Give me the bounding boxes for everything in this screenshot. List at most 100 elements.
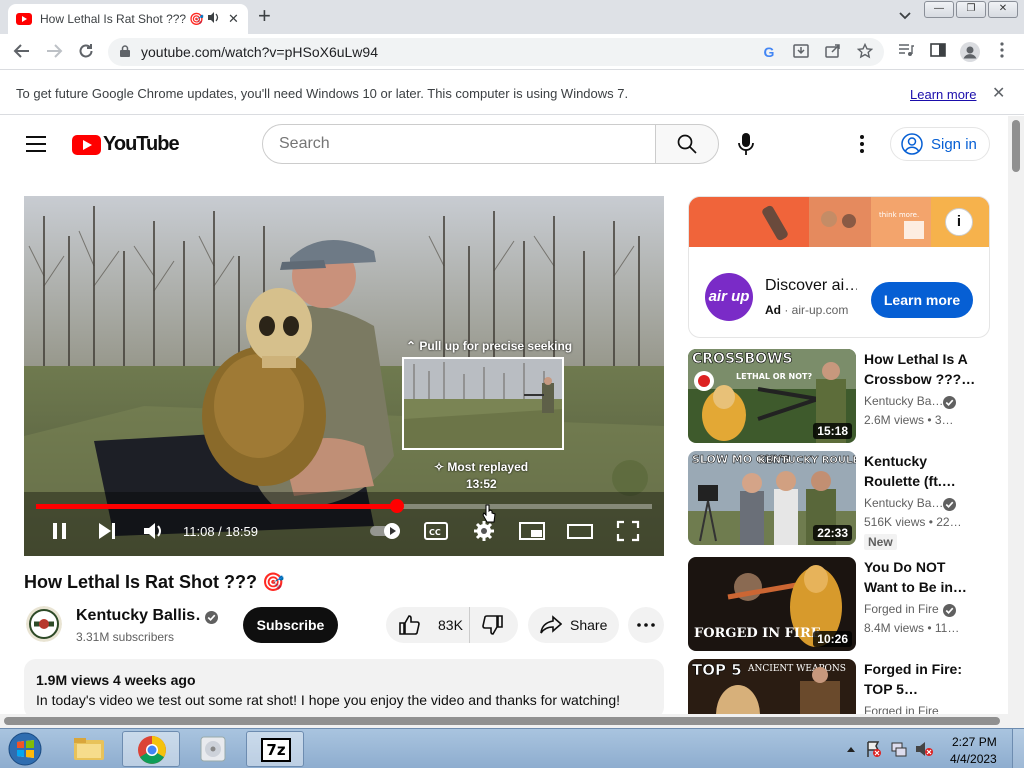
preview-timestamp: 13:52 [466, 477, 497, 491]
fullscreen-icon[interactable] [616, 518, 640, 544]
info-bar-close-icon[interactable]: ✕ [992, 83, 1005, 103]
recommendation-item[interactable]: CROSSBOWS LETHAL OR NOT? 15:18 How Letha… [688, 349, 990, 443]
recommendation-thumbnail[interactable]: SLOW MO GUYS KENTUCKY ROULETTE 22:33 [688, 451, 856, 545]
pause-icon[interactable] [50, 518, 70, 544]
ad-info-icon[interactable]: i [945, 208, 973, 236]
speaker-icon[interactable] [208, 12, 222, 26]
back-arrow-icon[interactable] [12, 42, 32, 62]
ad-learn-more-button[interactable]: Learn more [871, 282, 973, 318]
tray-expand-icon[interactable] [846, 745, 856, 753]
recommendation-channel[interactable]: Kentucky Ba… [864, 394, 942, 408]
forward-arrow-icon[interactable] [44, 42, 64, 62]
media-control-icon[interactable] [896, 42, 916, 62]
browser-tab[interactable]: How Lethal Is Rat Shot ??? 🎯 ✕ [8, 4, 248, 34]
search-button[interactable] [655, 124, 719, 164]
share-button[interactable]: Share [528, 607, 619, 643]
autoplay-toggle-icon[interactable] [368, 518, 404, 544]
recommendation-channel[interactable]: Forged in Fire [864, 602, 942, 616]
volume-muted-icon[interactable] [914, 740, 934, 758]
new-badge: New [864, 534, 897, 550]
recommendation-title[interactable]: Kentucky Roulette (ft.… [864, 451, 980, 491]
recommendation-title[interactable]: How Lethal Is A Crossbow ???… [864, 349, 980, 389]
most-replayed-label: ✧ Most replayed [434, 460, 529, 474]
progress-bar[interactable] [36, 499, 652, 513]
dislike-button[interactable] [470, 607, 516, 643]
minimize-button[interactable]: — [924, 1, 954, 18]
network-icon[interactable] [890, 740, 908, 758]
action-center-flag-icon[interactable] [866, 740, 882, 758]
media-player-icon[interactable] [184, 731, 242, 767]
show-desktop-button[interactable] [1012, 729, 1024, 768]
more-actions-button[interactable] [628, 607, 664, 643]
thumb-headline: FORGED IN FIRE [694, 626, 821, 641]
share-page-icon[interactable] [824, 43, 842, 61]
like-button[interactable]: 83K [386, 607, 470, 643]
recommendation-thumbnail[interactable]: TOP 5 ANCIENT WEAPONS [688, 659, 856, 714]
video-player[interactable]: ⌃ Pull up for precise seeking ✧ Most rep… [24, 196, 664, 556]
description-box[interactable]: 1.9M views 4 weeks ago In today's video … [24, 659, 664, 719]
air-up-logo[interactable]: air up [705, 273, 753, 321]
recommendation-item[interactable]: FORGED IN FIRE 10:26 You Do NOT Want to … [688, 557, 990, 651]
tab-close-icon[interactable]: ✕ [228, 11, 239, 27]
recommendation-channel[interactable]: Kentucky Ba… [864, 496, 942, 510]
microphone-icon[interactable] [736, 133, 756, 155]
ad-card[interactable]: think more. i air up Discover ai… Ad · a… [688, 196, 990, 338]
side-panel-icon[interactable] [928, 42, 948, 62]
next-video-icon[interactable] [96, 518, 118, 544]
chrome-icon[interactable] [122, 731, 180, 767]
tab-search-chevron-icon[interactable] [898, 8, 912, 22]
verified-check-icon [205, 611, 218, 624]
vertical-scroll-thumb[interactable] [1012, 120, 1020, 172]
lock-icon[interactable] [120, 45, 130, 57]
clock-time[interactable]: 2:27 PM [952, 735, 997, 749]
google-translate-icon[interactable]: G [760, 43, 778, 61]
subscribe-button[interactable]: Subscribe [243, 607, 338, 643]
svg-text:CC: CC [429, 528, 441, 537]
new-tab-button[interactable]: + [258, 5, 271, 27]
volume-icon[interactable] [142, 518, 166, 544]
restore-button[interactable]: ❐ [956, 1, 986, 18]
horizontal-scroll-thumb[interactable] [4, 717, 1000, 725]
learn-more-link[interactable]: Learn more [910, 87, 976, 102]
close-window-button[interactable]: ✕ [988, 1, 1018, 18]
url-text[interactable]: youtube.com/watch?v=pHSoX6uLw94 [141, 44, 378, 60]
reload-icon[interactable] [76, 42, 96, 62]
progress-scrubber-handle[interactable] [389, 499, 404, 513]
recommendation-meta: 516K views • 22… [864, 515, 962, 529]
7zip-icon[interactable]: 7z [246, 731, 304, 767]
profile-avatar-icon[interactable] [960, 42, 980, 62]
more-options-icon[interactable] [858, 134, 866, 154]
hamburger-menu-icon[interactable] [26, 136, 46, 152]
like-dislike-group: 83K [386, 607, 518, 643]
recommendation-thumbnail[interactable]: FORGED IN FIRE 10:26 [688, 557, 856, 651]
channel-name[interactable]: Kentucky Ballis… [76, 607, 200, 625]
recommendation-channel[interactable]: Forged in Fire [864, 704, 942, 714]
clock-date[interactable]: 4/4/2023 [950, 752, 997, 766]
address-bar[interactable]: youtube.com/watch?v=pHSoX6uLw94 G [108, 38, 884, 66]
channel-avatar[interactable] [26, 606, 62, 642]
ad-title[interactable]: Discover ai… [765, 277, 857, 295]
recommendation-title[interactable]: Forged in Fire: TOP 5… [864, 659, 980, 699]
bookmark-star-icon[interactable] [856, 42, 874, 61]
install-app-icon[interactable] [792, 43, 810, 61]
youtube-logo[interactable]: YouTube [72, 133, 180, 156]
chrome-menu-icon[interactable] [992, 42, 1012, 62]
video-duration: 10:26 [813, 631, 852, 647]
update-info-bar: To get future Google Chrome updates, you… [0, 71, 1024, 115]
recommendation-item[interactable]: SLOW MO GUYS KENTUCKY ROULETTE 22:33 Ken… [688, 451, 990, 550]
views-and-date: 1.9M views 4 weeks ago [36, 672, 196, 688]
miniplayer-icon[interactable] [518, 518, 546, 544]
recommendation-thumbnail[interactable]: CROSSBOWS LETHAL OR NOT? 15:18 [688, 349, 856, 443]
vertical-scrollbar[interactable] [1008, 116, 1024, 714]
horizontal-scrollbar[interactable] [0, 714, 1024, 728]
recommendation-title[interactable]: You Do NOT Want to Be in… [864, 557, 980, 597]
recommendation-item[interactable]: TOP 5 ANCIENT WEAPONS Forged in Fire: TO… [688, 659, 990, 714]
search-input[interactable]: Search [262, 124, 656, 164]
captions-icon[interactable]: CC [424, 518, 448, 544]
windows-explorer-icon[interactable] [60, 731, 118, 767]
theater-mode-icon[interactable] [566, 518, 594, 544]
windows-start-button[interactable] [4, 731, 46, 767]
sign-in-button[interactable]: Sign in [890, 127, 990, 161]
thumb-headline: TOP 5 [692, 661, 742, 679]
verified-check-icon [943, 604, 956, 617]
